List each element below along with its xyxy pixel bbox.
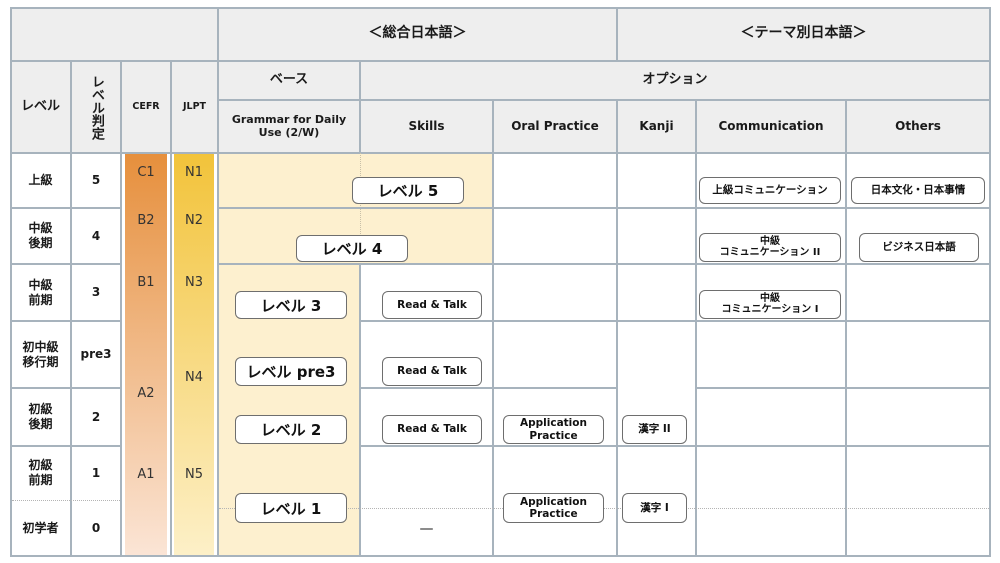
course-level-2[interactable]: レベル 2 xyxy=(235,415,347,444)
level-label: 中級 前期 xyxy=(28,277,53,307)
grid-line xyxy=(359,264,361,557)
cefr-b2: B2 xyxy=(137,213,155,228)
level-judge: 4 xyxy=(91,228,101,243)
column-header-level-judge: レベル判定 xyxy=(88,74,104,140)
grid-line xyxy=(218,207,991,209)
level-judge: 2 xyxy=(91,409,101,424)
course-read-talk[interactable]: Read & Talk xyxy=(382,357,482,386)
grid-line xyxy=(360,320,991,322)
subheader-option: オプション xyxy=(642,72,708,88)
grid-line xyxy=(696,387,991,389)
level-judge: 0 xyxy=(91,520,101,535)
course-advanced-communication[interactable]: 上級コミュニケーション xyxy=(699,177,841,204)
column-header-cefr: CEFR xyxy=(132,101,160,113)
jlpt-n5: N5 xyxy=(185,467,203,482)
subheader-base: ベース xyxy=(269,72,309,88)
level-label: 中級 後期 xyxy=(28,221,53,250)
cefr-a1: A1 xyxy=(137,467,155,482)
jlpt-n4: N4 xyxy=(185,370,203,385)
column-header-kanji: Kanji xyxy=(639,119,674,133)
grid-line xyxy=(845,99,847,557)
level-judge: 1 xyxy=(91,465,101,480)
skills-none-dash: — xyxy=(419,521,434,538)
course-read-talk[interactable]: Read & Talk xyxy=(382,415,482,444)
course-level-1[interactable]: レベル 1 xyxy=(235,493,347,523)
column-header-communication: Communication xyxy=(718,119,824,133)
course-kanji-1[interactable]: 漢字 I xyxy=(622,493,687,523)
level-label: 初級 後期 xyxy=(28,402,53,431)
group-header-theme: ＜テーマ別日本語＞ xyxy=(740,25,867,42)
grid-line xyxy=(360,445,991,447)
column-header-grammar: Grammar for Daily Use (2/W) xyxy=(231,112,347,139)
course-read-talk[interactable]: Read & Talk xyxy=(382,291,482,319)
column-header-level: レベル xyxy=(20,98,60,114)
grid-line xyxy=(492,99,494,557)
course-application-practice[interactable]: Application Practice xyxy=(503,493,604,523)
level-label: 初中級 移行期 xyxy=(22,339,59,369)
column-header-jlpt: JLPT xyxy=(182,101,207,113)
course-level-3[interactable]: レベル 3 xyxy=(235,291,347,319)
level-judge: 3 xyxy=(91,285,101,299)
level-judge: pre3 xyxy=(80,347,112,361)
level-label: 初級 前期 xyxy=(28,458,53,487)
grid-line xyxy=(360,387,618,389)
course-kanji-2[interactable]: 漢字 II xyxy=(622,415,687,444)
jlpt-n2: N2 xyxy=(185,213,203,228)
grid-line xyxy=(695,99,697,557)
cefr-bar: C1 B2 B1 A2 A1 xyxy=(125,153,167,556)
grid-line xyxy=(616,99,618,557)
jlpt-bar: N1 N2 N3 N4 N5 xyxy=(174,153,214,556)
grid-line xyxy=(218,263,991,265)
column-header-others: Others xyxy=(895,119,941,133)
group-header-general: ＜総合日本語＞ xyxy=(368,25,467,42)
course-japanese-culture[interactable]: 日本文化・日本事情 xyxy=(851,177,985,204)
grid-line xyxy=(10,555,991,557)
level-label: 初学者 xyxy=(22,520,59,535)
cefr-a2: A2 xyxy=(137,386,155,401)
jlpt-n1: N1 xyxy=(185,165,203,180)
column-header-oral-practice: Oral Practice xyxy=(511,119,599,133)
course-level-5[interactable]: レベル 5 xyxy=(352,177,464,204)
course-level-4[interactable]: レベル 4 xyxy=(296,235,408,262)
course-business-japanese[interactable]: ビジネス日本語 xyxy=(859,233,979,262)
jlpt-n3: N3 xyxy=(185,275,203,290)
course-intermediate-communication-2[interactable]: 中級 コミュニケーション II xyxy=(699,233,841,262)
column-header-skills: Skills xyxy=(408,119,445,133)
course-level-pre3[interactable]: レベル pre3 xyxy=(235,357,347,386)
level-judge: 5 xyxy=(91,173,101,187)
cefr-c1: C1 xyxy=(137,165,155,180)
course-application-practice[interactable]: Application Practice xyxy=(503,415,604,444)
level-label: 上級 xyxy=(28,173,53,187)
course-intermediate-communication-1[interactable]: 中級 コミュニケーション I xyxy=(699,290,841,319)
cefr-b1: B1 xyxy=(137,275,155,290)
